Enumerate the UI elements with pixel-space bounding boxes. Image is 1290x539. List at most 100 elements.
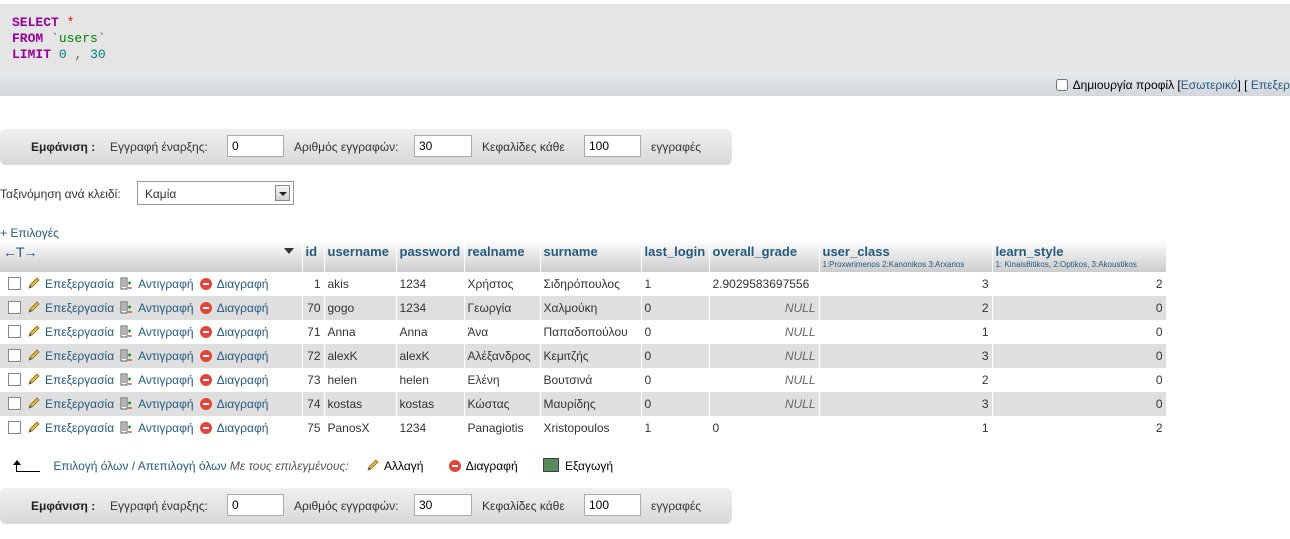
copy-row-link[interactable]: Αντιγραφή [120, 421, 194, 435]
table-cell[interactable]: Xristopoulos [540, 416, 642, 440]
table-cell[interactable]: 0 [641, 320, 710, 344]
column-header-id[interactable]: id [302, 240, 325, 272]
table-cell[interactable]: NULL [709, 344, 820, 368]
table-cell[interactable]: NULL [709, 296, 820, 320]
table-cell[interactable]: 0 [992, 320, 1167, 344]
table-cell[interactable]: 0 [992, 296, 1167, 320]
copy-row-link[interactable]: Αντιγραφή [120, 349, 194, 363]
table-cell[interactable]: alexK [396, 344, 465, 368]
table-cell[interactable]: helen [396, 368, 465, 392]
edit-row-link[interactable]: Επεξεργασία [27, 349, 114, 363]
table-cell[interactable]: akis [324, 272, 397, 296]
edit-row-link[interactable]: Επεξεργασία [27, 421, 114, 435]
table-cell[interactable]: 73 [302, 368, 325, 392]
table-cell[interactable]: 0 [641, 344, 710, 368]
table-cell[interactable]: Βουτσινά [540, 368, 642, 392]
table-cell[interactable]: 2 [992, 416, 1167, 440]
row-count-input-bottom[interactable] [414, 494, 472, 516]
row-checkbox[interactable] [8, 325, 21, 338]
row-checkbox[interactable] [8, 397, 21, 410]
table-cell[interactable]: 0 [641, 368, 710, 392]
column-header-overall-grade[interactable]: overall_grade [709, 240, 820, 272]
table-cell[interactable]: Μαυρίδης [540, 392, 642, 416]
table-cell[interactable]: Χαλμούκη [540, 296, 642, 320]
column-header-last-login[interactable]: last_login [641, 240, 710, 272]
table-cell[interactable]: 3 [819, 392, 993, 416]
table-cell[interactable]: NULL [709, 392, 820, 416]
table-cell[interactable]: 71 [302, 320, 325, 344]
table-cell[interactable]: 75 [302, 416, 325, 440]
table-cell[interactable]: kostas [324, 392, 397, 416]
table-cell[interactable]: 0 [992, 344, 1167, 368]
column-header-user-class[interactable]: user_class 1:Proxwrimenos 2:Kanonikos 3:A… [819, 240, 993, 272]
delete-row-link[interactable]: Διαγραφή [199, 373, 268, 387]
sql-select-keyword[interactable]: SELECT [12, 15, 59, 30]
table-cell[interactable]: 2 [819, 368, 993, 392]
profiling-checkbox[interactable] [1055, 79, 1068, 91]
row-checkbox[interactable] [8, 373, 21, 386]
copy-row-link[interactable]: Αντιγραφή [120, 301, 194, 315]
table-cell[interactable]: kostas [396, 392, 465, 416]
sort-by-key-select[interactable]: Καμία [137, 181, 294, 205]
column-header-password[interactable]: password [396, 240, 465, 272]
table-cell[interactable]: 1 [641, 272, 710, 296]
copy-row-link[interactable]: Αντιγραφή [120, 325, 194, 339]
copy-row-link[interactable]: Αντιγραφή [120, 277, 194, 291]
column-header-realname[interactable]: realname [464, 240, 541, 272]
table-cell[interactable]: helen [324, 368, 397, 392]
table-cell[interactable]: 0 [992, 368, 1167, 392]
column-toggle-arrows-icon[interactable]: ←T→ [3, 244, 38, 260]
sort-triangle-icon[interactable] [283, 248, 294, 254]
table-cell[interactable]: Άνα [464, 320, 541, 344]
sql-limit-keyword[interactable]: LIMIT [12, 47, 51, 62]
table-cell[interactable]: Anna [396, 320, 465, 344]
table-cell[interactable]: 0 [641, 296, 710, 320]
delete-row-link[interactable]: Διαγραφή [199, 421, 268, 435]
column-header-surname[interactable]: surname [540, 240, 642, 272]
table-cell[interactable]: 3 [819, 344, 993, 368]
edit-row-link[interactable]: Επεξεργασία [27, 301, 114, 315]
table-cell[interactable]: 0 [709, 416, 820, 440]
options-toggle-link[interactable]: + Επιλογές [0, 226, 59, 240]
table-cell[interactable]: Σιδηρόπουλος [540, 272, 642, 296]
table-cell[interactable]: 3 [819, 272, 993, 296]
edit-row-link[interactable]: Επεξεργασία [27, 325, 114, 339]
table-cell[interactable]: Παπαδοπούλου [540, 320, 642, 344]
delete-row-link[interactable]: Διαγραφή [199, 349, 268, 363]
table-cell[interactable]: 70 [302, 296, 325, 320]
copy-row-link[interactable]: Αντιγραφή [120, 397, 194, 411]
inline-edit-link[interactable]: Εσωτερικό [1181, 78, 1238, 92]
start-row-input[interactable] [227, 135, 284, 157]
table-cell[interactable]: 1 [302, 272, 325, 296]
table-cell[interactable]: 74 [302, 392, 325, 416]
table-cell[interactable]: 1 [819, 416, 993, 440]
table-cell[interactable]: 1234 [396, 416, 465, 440]
row-checkbox[interactable] [8, 277, 21, 290]
bulk-delete-button[interactable]: Διαγραφή [448, 459, 521, 473]
column-header-learn-style[interactable]: learn_style 1: Kinaisθitikos, 2:Optikos, … [992, 240, 1167, 272]
table-cell[interactable]: alexK [324, 344, 397, 368]
edit-query-link[interactable]: Επεξερ [1251, 78, 1290, 92]
copy-row-link[interactable]: Αντιγραφή [120, 373, 194, 387]
table-cell[interactable]: gogo [324, 296, 397, 320]
table-cell[interactable]: 0 [641, 392, 710, 416]
select-all-link[interactable]: Επιλογή όλων [53, 459, 128, 473]
table-cell[interactable]: 0 [992, 392, 1167, 416]
start-row-input-bottom[interactable] [227, 494, 284, 516]
table-cell[interactable]: Panagiotis [464, 416, 541, 440]
edit-row-link[interactable]: Επεξεργασία [27, 277, 114, 291]
table-cell[interactable]: 72 [302, 344, 325, 368]
table-cell[interactable]: Χρήστος [464, 272, 541, 296]
sql-from-keyword[interactable]: FROM [12, 31, 43, 46]
column-header-username[interactable]: username [324, 240, 397, 272]
table-cell[interactable]: NULL [709, 320, 820, 344]
bulk-export-button[interactable]: Εξαγωγή [542, 458, 613, 473]
chevron-down-icon[interactable] [275, 185, 290, 201]
bulk-change-button[interactable]: Αλλαγή [366, 459, 427, 473]
row-checkbox[interactable] [8, 421, 21, 434]
table-cell[interactable]: Αλέξανδρος [464, 344, 541, 368]
table-cell[interactable]: 1234 [396, 296, 465, 320]
row-checkbox[interactable] [8, 349, 21, 362]
table-cell[interactable]: 1 [819, 320, 993, 344]
table-cell[interactable]: NULL [709, 368, 820, 392]
